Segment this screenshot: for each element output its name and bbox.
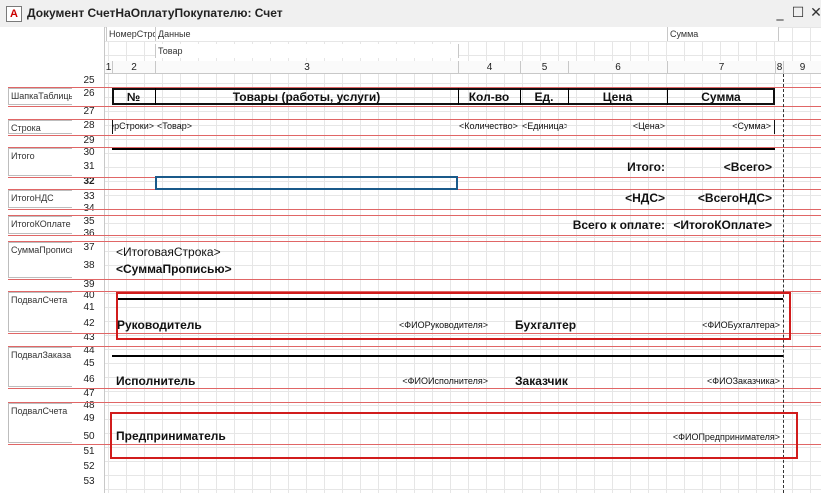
row-number[interactable]: 27 <box>72 106 106 117</box>
th-number[interactable]: № <box>112 89 155 106</box>
th-sum[interactable]: Сумма <box>667 89 775 106</box>
window-titlebar: A Документ СчетНаОплатуПокупателю: Счет … <box>0 0 821 28</box>
row-goods-cell[interactable]: <Товар> <box>157 120 457 133</box>
app-icon: A <box>6 6 22 22</box>
summary-words[interactable]: <СуммаПрописью> <box>116 262 232 276</box>
th-price[interactable]: Цена <box>568 89 667 106</box>
column-number-1[interactable]: 1 <box>104 61 112 74</box>
row-number[interactable]: 30 <box>72 147 106 158</box>
footer-order-line <box>112 355 783 357</box>
section-divider <box>8 402 821 403</box>
summary-line[interactable]: <ИтоговаяСтрока> <box>116 245 221 259</box>
section-divider <box>8 106 821 107</box>
accountant-value[interactable]: <ФИОБухгалтера> <box>660 319 780 332</box>
column-number-8[interactable]: 8 <box>775 61 783 74</box>
director-label[interactable]: Руководитель <box>117 318 202 332</box>
section-divider <box>8 279 821 280</box>
row-number[interactable]: 50 <box>72 431 106 442</box>
section-divider <box>8 346 821 347</box>
row-number[interactable]: 37 <box>72 242 106 253</box>
row-number[interactable]: 38 <box>72 260 106 271</box>
director-value[interactable]: <ФИОРуководителя> <box>330 319 488 332</box>
header-name-goods: Товар <box>155 44 459 58</box>
header-name-sum: Сумма <box>667 27 779 41</box>
column-number-5[interactable]: 5 <box>520 61 568 74</box>
totals-top-line <box>112 148 775 150</box>
row-number[interactable]: 26 <box>72 88 106 99</box>
row-number[interactable]: 42 <box>72 318 106 329</box>
column-number-9[interactable]: 9 <box>783 61 821 74</box>
row-number[interactable]: 39 <box>72 279 106 290</box>
section-divider <box>8 235 821 236</box>
section-divider <box>8 209 821 210</box>
pay-value[interactable]: <ИтогоКОплате> <box>667 218 772 232</box>
executor-value[interactable]: <ФИОИсполнителя> <box>330 375 488 388</box>
section-footer-order[interactable]: ПодвалЗаказа <box>8 347 72 387</box>
selected-cell[interactable] <box>155 176 458 190</box>
column-number-6[interactable]: 6 <box>568 61 667 74</box>
column-number-4[interactable]: 4 <box>458 61 520 74</box>
entrepreneur-label[interactable]: Предприниматель <box>116 429 226 443</box>
row-unit-cell[interactable]: <Единица> <box>522 120 567 133</box>
customer-value[interactable]: <ФИОЗаказчика> <box>660 375 780 388</box>
section-amount-words[interactable]: СуммаПрописью <box>8 242 72 278</box>
row-number[interactable]: 41 <box>72 302 106 313</box>
row-number[interactable]: 28 <box>72 120 106 131</box>
window-title: Документ СчетНаОплатуПокупателю: Счет <box>27 6 283 20</box>
row-number[interactable]: 35 <box>72 216 106 227</box>
accountant-label[interactable]: Бухгалтер <box>515 318 576 332</box>
column-number-7[interactable]: 7 <box>667 61 775 74</box>
section-vat[interactable]: ИтогоНДС <box>8 190 72 208</box>
section-divider <box>8 388 821 389</box>
section-header[interactable]: ШапкаТаблицы <box>8 88 72 105</box>
row-number[interactable]: 36 <box>72 228 106 239</box>
customer-label[interactable]: Заказчик <box>515 374 568 388</box>
vat-label[interactable]: <НДС> <box>568 191 665 205</box>
row-number-cell[interactable]: <НомерСтроки> <box>113 120 154 133</box>
highlight-box-invoice <box>116 292 791 340</box>
row-number[interactable]: 52 <box>72 461 106 472</box>
section-total[interactable]: Итого <box>8 148 72 176</box>
row-number[interactable]: 49 <box>72 413 106 424</box>
section-footer-invoice[interactable]: ПодвалСчета <box>8 292 72 332</box>
column-number-2[interactable]: 2 <box>112 61 155 74</box>
row-number[interactable]: 46 <box>72 374 106 385</box>
th-unit[interactable]: Ед. <box>520 89 568 106</box>
row-number[interactable]: 47 <box>72 388 106 399</box>
row-number[interactable]: 51 <box>72 446 106 457</box>
executor-label[interactable]: Исполнитель <box>116 374 195 388</box>
entrepreneur-value[interactable]: <ФИОПредпринимателя> <box>600 431 780 444</box>
row-quantity-cell[interactable]: <Количество> <box>459 120 519 133</box>
minimize-button[interactable]: _ <box>771 4 789 22</box>
spreadsheet-area[interactable]: НомерСтроки Данные Сумма Товар 1 2 3 4 5… <box>0 27 821 493</box>
total-label[interactable]: Итого: <box>568 160 665 174</box>
close-button[interactable]: ✕ <box>807 4 821 22</box>
section-divider <box>8 241 821 242</box>
row-price-cell[interactable]: <Цена> <box>568 120 665 133</box>
section-footer-invoice-2[interactable]: ПодвалСчета <box>8 403 72 443</box>
section-divider <box>8 135 821 136</box>
section-row[interactable]: Строка <box>8 120 72 134</box>
row-number[interactable]: 33 <box>72 191 106 202</box>
th-quantity[interactable]: Кол-во <box>458 89 520 106</box>
row-sum-cell[interactable]: <Сумма> <box>667 120 771 133</box>
header-name-numberrow: НомерСтроки <box>106 27 157 41</box>
header-name-data: Данные <box>155 27 668 41</box>
row-number[interactable]: 25 <box>72 75 106 86</box>
vat-value[interactable]: <ВсегоНДС> <box>667 191 772 205</box>
row-number[interactable]: 53 <box>72 476 106 487</box>
row-number[interactable]: 31 <box>72 161 106 172</box>
row-number[interactable]: 29 <box>72 135 106 146</box>
pay-label[interactable]: Всего к оплате: <box>520 218 665 232</box>
th-goods[interactable]: Товары (работы, услуги) <box>155 89 458 106</box>
section-pay[interactable]: ИтогоКОплате <box>8 216 72 234</box>
row-number[interactable]: 45 <box>72 358 106 369</box>
column-number-3[interactable]: 3 <box>155 61 458 74</box>
section-divider <box>8 215 821 216</box>
maximize-button[interactable]: ☐ <box>789 4 807 22</box>
total-value[interactable]: <Всего> <box>667 160 772 174</box>
